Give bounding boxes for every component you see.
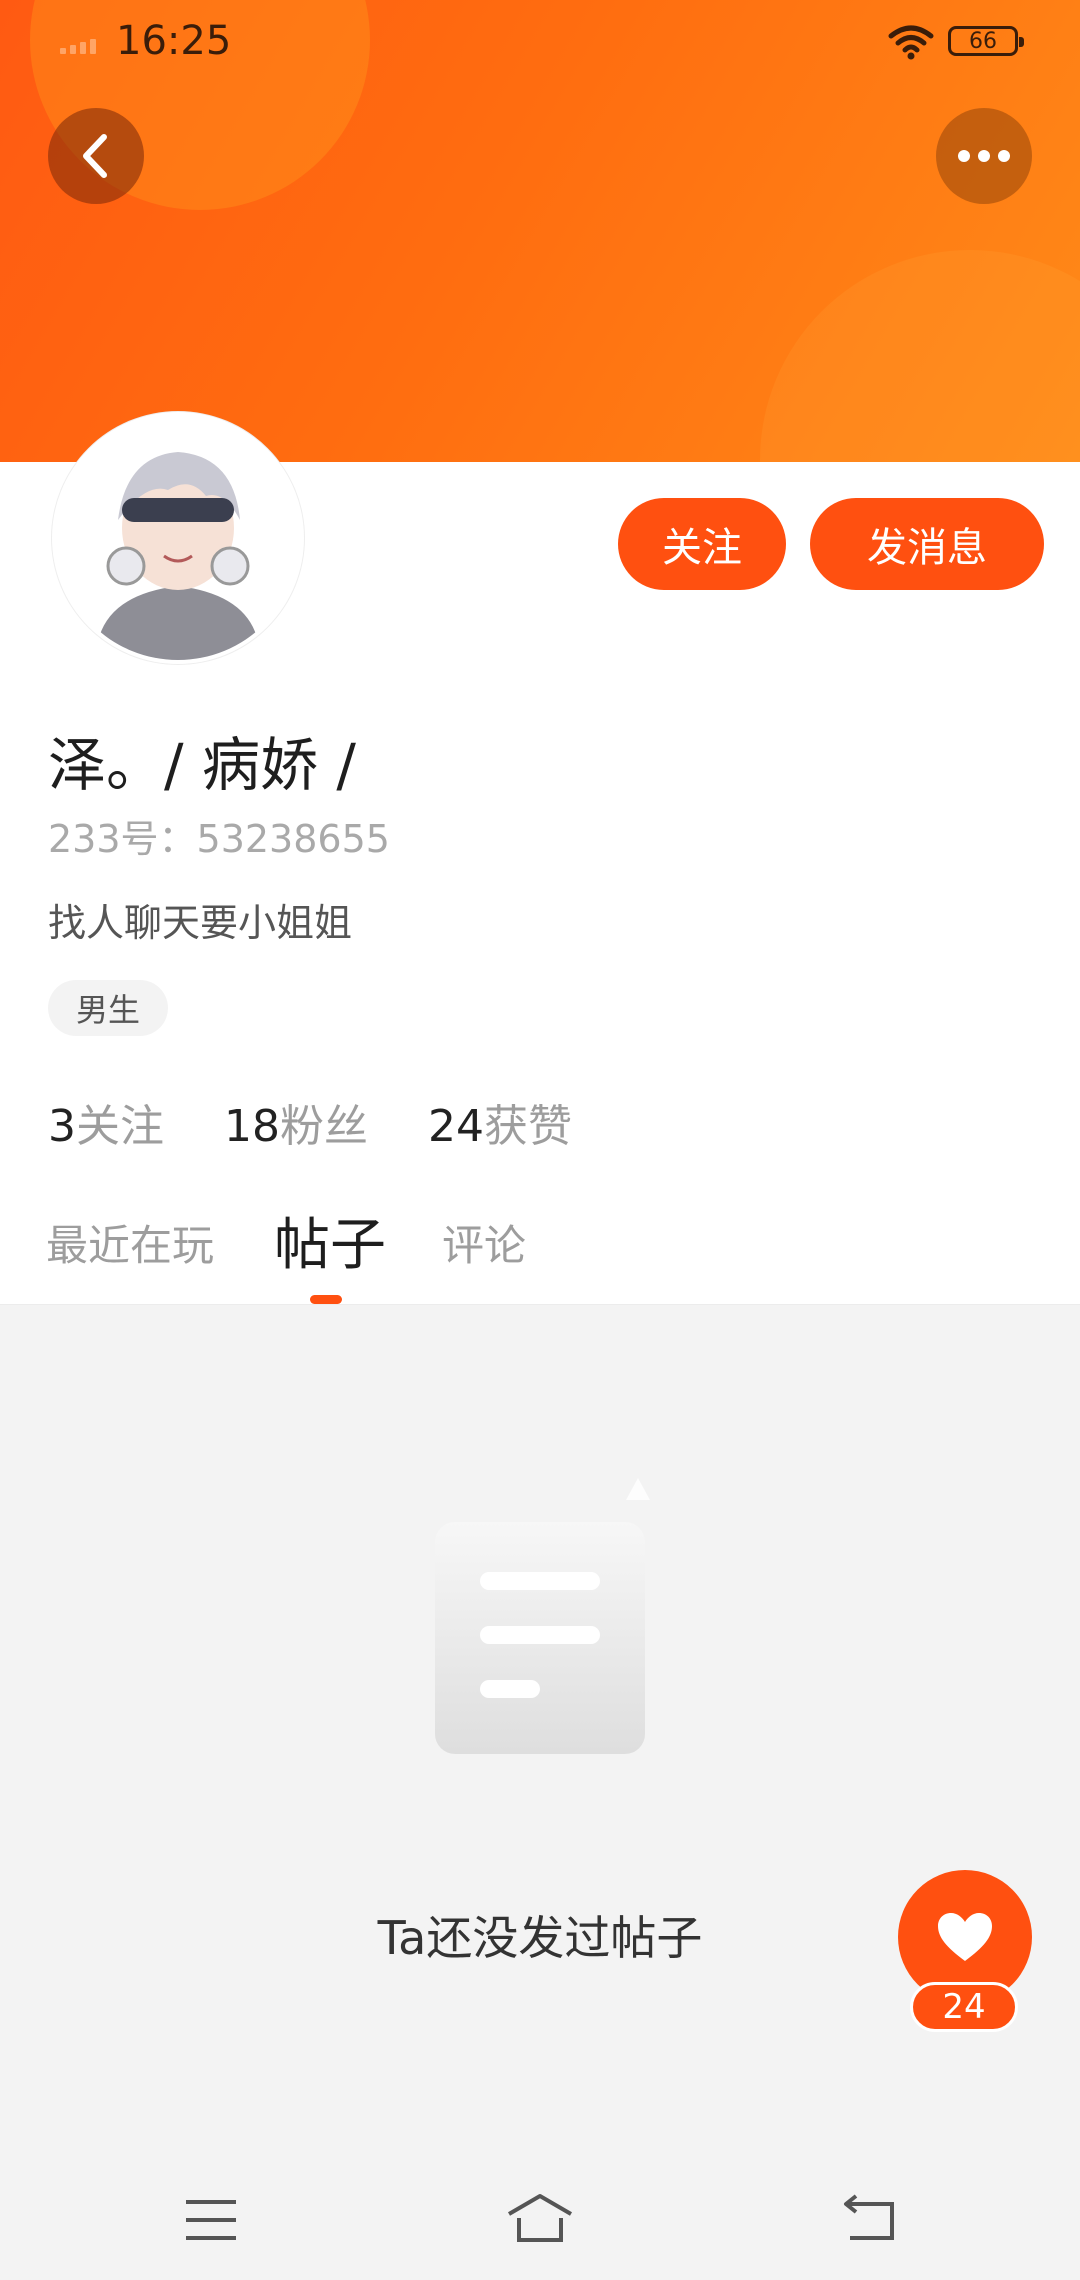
battery-icon: 66 <box>948 26 1024 56</box>
heart-icon <box>938 1913 992 1961</box>
stat-label: 关注 <box>76 1101 164 1152</box>
battery-level: 66 <box>969 28 997 54</box>
stat-label: 获赞 <box>484 1101 572 1152</box>
stat-value: 18 <box>224 1101 280 1152</box>
profile-stats: 3关注 18粉丝 24获赞 <box>48 1090 572 1154</box>
stat-likes[interactable]: 24获赞 <box>428 1090 572 1154</box>
system-navigation-bar <box>0 2160 1080 2280</box>
stat-fans[interactable]: 18粉丝 <box>224 1090 368 1154</box>
avatar[interactable] <box>52 412 304 664</box>
content-tabs: 最近在玩 帖子 评论 <box>0 1200 1080 1305</box>
stat-value: 24 <box>428 1101 484 1152</box>
document-icon <box>435 1478 650 1754</box>
more-dots-icon <box>958 150 970 162</box>
user-nickname: 泽。/ 病娇 / <box>48 731 356 799</box>
back-arrow-icon <box>83 134 107 178</box>
tab-posts[interactable]: 帖子 <box>274 1200 386 1281</box>
status-bar: 16:25 66 <box>0 0 1080 90</box>
avatar-illustration <box>56 416 300 660</box>
profile-header-banner: 16:25 66 <box>0 0 1080 462</box>
stat-value: 3 <box>48 1101 76 1152</box>
menu-icon[interactable] <box>176 2190 246 2250</box>
home-icon[interactable] <box>505 2190 575 2250</box>
follow-button[interactable]: 关注 <box>618 498 786 590</box>
tab-comments[interactable]: 评论 <box>442 1212 526 1273</box>
active-tab-indicator <box>310 1295 342 1304</box>
gender-tag: 男生 <box>48 980 168 1036</box>
wifi-icon <box>888 25 934 60</box>
status-time: 16:25 <box>116 18 232 64</box>
send-message-button[interactable]: 发消息 <box>810 498 1044 590</box>
stat-following[interactable]: 3关注 <box>48 1090 164 1154</box>
decor-circle <box>760 250 1080 462</box>
back-button[interactable] <box>48 108 144 204</box>
signal-icon <box>60 34 96 54</box>
user-bio: 找人聊天要小姐姐 <box>48 901 353 945</box>
like-count-badge: 24 <box>910 1982 1018 2032</box>
more-options-button[interactable] <box>936 108 1032 204</box>
user-id: 233号：53238655 <box>48 817 390 861</box>
tab-recently-played[interactable]: 最近在玩 <box>46 1212 214 1273</box>
return-icon[interactable] <box>834 2190 904 2250</box>
stat-label: 粉丝 <box>280 1101 368 1152</box>
divider <box>0 1304 1080 1305</box>
